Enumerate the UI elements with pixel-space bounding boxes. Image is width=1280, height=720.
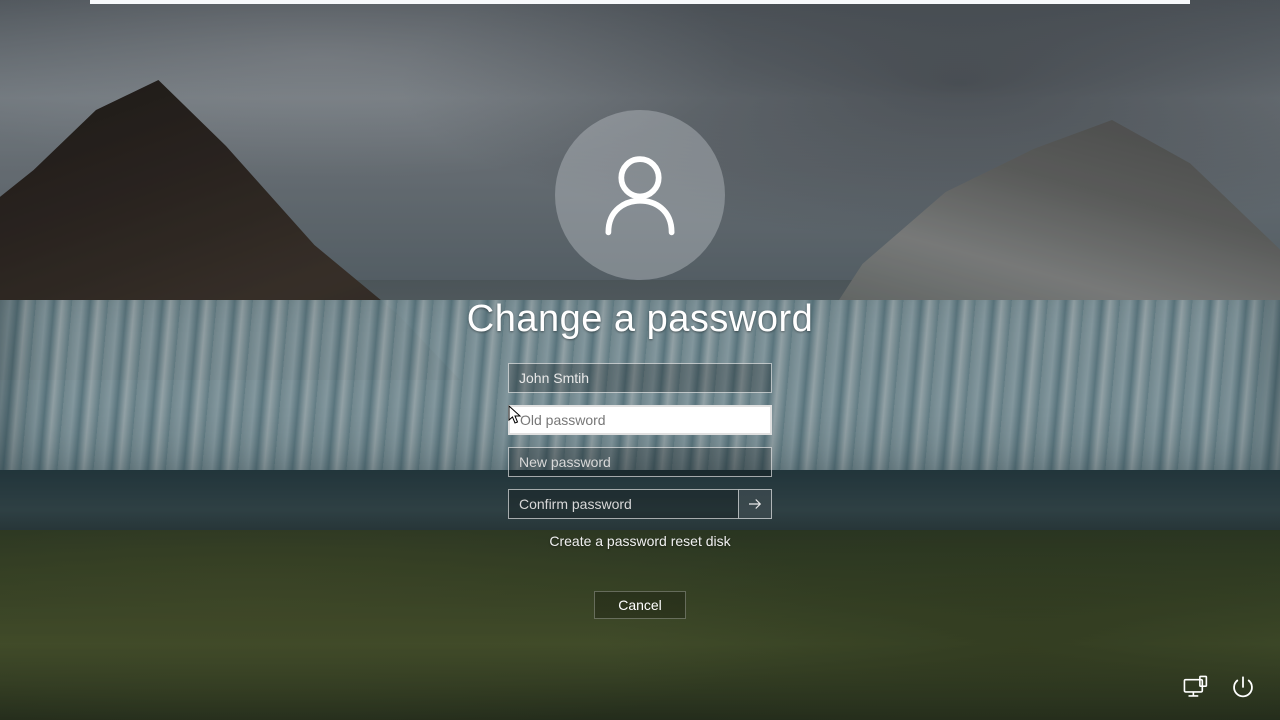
ease-of-access-button[interactable] xyxy=(1180,672,1210,702)
cancel-button-label: Cancel xyxy=(618,597,662,613)
power-icon xyxy=(1230,674,1256,700)
create-reset-disk-link[interactable]: Create a password reset disk xyxy=(549,533,730,549)
new-password-field[interactable] xyxy=(508,447,772,477)
confirm-password-row xyxy=(508,489,772,519)
ease-of-access-icon xyxy=(1182,674,1208,700)
new-password-row xyxy=(508,447,772,477)
power-button[interactable] xyxy=(1228,672,1258,702)
page-title: Change a password xyxy=(467,298,814,341)
old-password-field[interactable] xyxy=(508,405,772,435)
submit-button[interactable] xyxy=(738,489,772,519)
cancel-button[interactable]: Cancel xyxy=(594,591,686,619)
change-password-panel: Change a password Create a password rese… xyxy=(420,110,860,619)
top-highlight-bar xyxy=(90,0,1190,4)
system-tray xyxy=(1180,672,1258,702)
user-avatar xyxy=(555,110,725,280)
username-row xyxy=(508,363,772,393)
confirm-password-field[interactable] xyxy=(508,489,738,519)
arrow-right-icon xyxy=(746,495,764,513)
old-password-row xyxy=(508,405,772,435)
user-icon xyxy=(594,149,686,241)
username-field xyxy=(508,363,772,393)
